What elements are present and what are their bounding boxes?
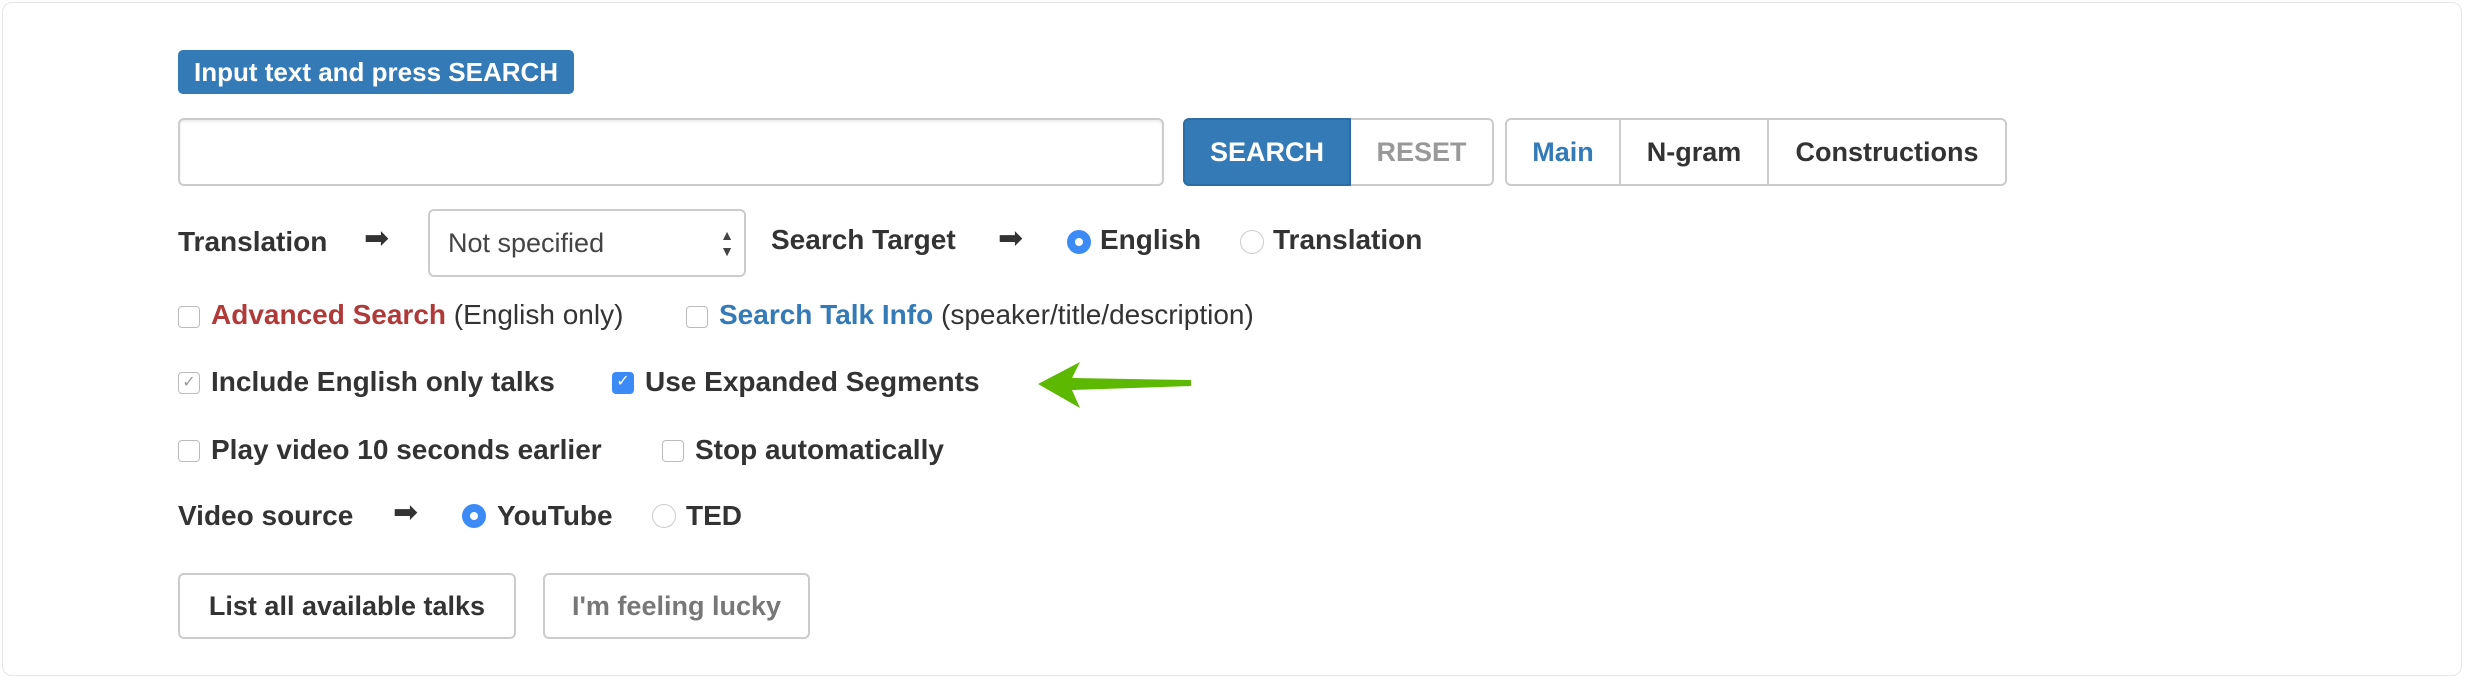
video-source-label: Video source	[178, 500, 354, 531]
stop-auto-checkbox[interactable]	[662, 440, 684, 462]
radio-translation-label[interactable]: Translation	[1273, 223, 1422, 257]
english-only-label: Include English only talks	[211, 366, 555, 397]
radio-translation[interactable]	[1240, 230, 1264, 254]
reset-button[interactable]: RESET	[1351, 118, 1494, 186]
radio-ted[interactable]	[652, 504, 676, 528]
arrow-right-icon: ➡	[393, 496, 419, 529]
talk-info-link[interactable]: Search Talk Info	[719, 299, 933, 330]
translation-select[interactable]: Not specified ▲ ▼	[428, 209, 746, 277]
radio-youtube[interactable]	[462, 504, 486, 528]
talk-info-note: (speaker/title/description)	[941, 299, 1254, 330]
talk-info-checkbox[interactable]	[686, 306, 708, 328]
arrow-right-icon: ➡	[364, 222, 390, 255]
english-only-checkbox[interactable]: ✓	[178, 372, 200, 394]
list-talks-button[interactable]: List all available talks	[178, 573, 516, 639]
talk-info-option: Search Talk Info (speaker/title/descript…	[719, 298, 1254, 332]
tab-ngram[interactable]: N-gram	[1619, 118, 1769, 186]
translation-selected: Not specified	[448, 228, 605, 258]
tab-main[interactable]: Main	[1505, 118, 1621, 186]
instruction-badge: Input text and press SEARCH	[178, 50, 575, 94]
arrow-right-icon: ➡	[998, 222, 1024, 255]
radio-ted-label[interactable]: TED	[686, 499, 742, 533]
advanced-search-note: (English only)	[453, 299, 624, 330]
advanced-search-link[interactable]: Advanced Search	[211, 299, 446, 330]
radio-youtube-label[interactable]: YouTube	[497, 499, 613, 533]
feeling-lucky-button[interactable]: I'm feeling lucky	[543, 573, 810, 639]
play-earlier-checkbox[interactable]	[178, 440, 200, 462]
search-input[interactable]	[178, 118, 1164, 186]
expanded-segments-label: Use Expanded Segments	[645, 366, 980, 397]
translation-label: Translation	[178, 226, 328, 257]
radio-english-label[interactable]: English	[1100, 223, 1201, 257]
radio-english[interactable]	[1067, 230, 1091, 254]
stop-auto-label: Stop automatically	[695, 434, 944, 465]
select-caret-icon: ▲ ▼	[720, 227, 734, 259]
play-earlier-label: Play video 10 seconds earlier	[211, 434, 602, 465]
search-button[interactable]: SEARCH	[1183, 118, 1351, 186]
annotation-arrow-icon	[1038, 362, 1191, 408]
expanded-segments-checkbox[interactable]: ✓	[612, 372, 634, 394]
tab-constructions[interactable]: Constructions	[1767, 118, 2007, 186]
advanced-search-option: Advanced Search (English only)	[211, 298, 623, 332]
search-target-label: Search Target	[771, 224, 956, 255]
advanced-search-checkbox[interactable]	[178, 306, 200, 328]
